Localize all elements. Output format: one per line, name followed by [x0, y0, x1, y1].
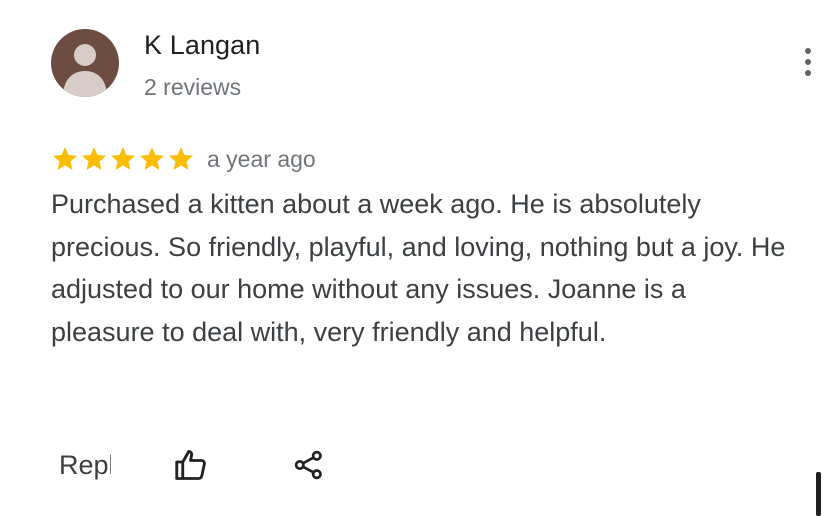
share-icon: [294, 450, 322, 480]
share-button[interactable]: [289, 445, 329, 485]
star-rating: [51, 145, 195, 173]
more-vert-icon-dot: [805, 59, 811, 65]
more-options-button[interactable]: [793, 42, 823, 82]
person-avatar-icon: [63, 44, 107, 97]
more-vert-icon-dot: [805, 70, 811, 76]
reviewer-review-count: 2 reviews: [144, 74, 242, 100]
review-actions: Reply: [59, 440, 329, 490]
thumb-up-icon: [175, 450, 206, 480]
star-icon: [139, 147, 165, 170]
reviewer-name[interactable]: K Langan: [144, 30, 260, 61]
review-date: a year ago: [207, 145, 316, 172]
star-icon: [81, 147, 107, 170]
more-vert-icon: [805, 48, 811, 54]
star-icon: [52, 147, 78, 170]
rating-row: a year ago: [51, 142, 316, 176]
review-card: K Langan 2 reviews a year ago Purchased …: [0, 0, 828, 516]
star-icon: [110, 147, 136, 170]
like-button[interactable]: [171, 445, 211, 485]
reviewer-avatar[interactable]: [51, 29, 119, 97]
star-icon: [168, 147, 194, 170]
review-text: Purchased a kitten about a week ago. He …: [51, 189, 786, 347]
scrollbar[interactable]: [816, 472, 821, 516]
reply-button[interactable]: Reply: [59, 450, 111, 481]
